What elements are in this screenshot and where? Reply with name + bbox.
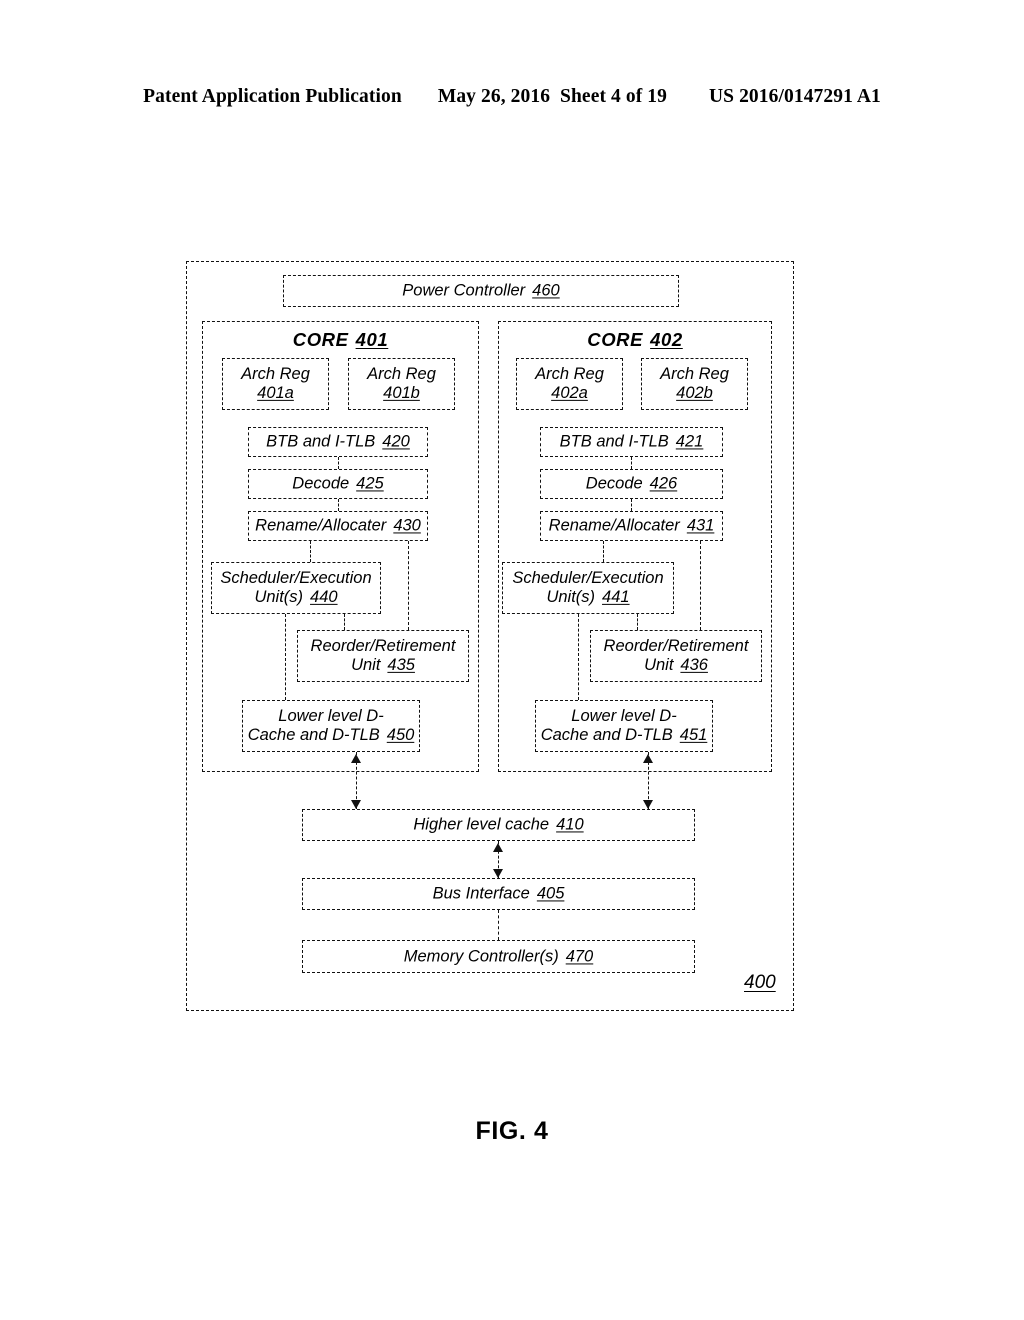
bus-interface-405-box: Bus Interface 405 [302,878,695,910]
scheduler-execution-440-box: Scheduler/Execution Unit(s) 440 [211,562,381,614]
arch-reg-401a-box: Arch Reg 401a [222,358,329,410]
arrowhead-down-cache410-right [643,800,653,809]
higher-level-cache-410-label: Higher level cache 410 [413,815,584,834]
decode-426-box: Decode 426 [540,469,723,499]
lower-level-dcache-450-label: Lower level D- Cache and D-TLB 450 [247,706,415,744]
rename-allocater-431-box: Rename/Allocater 431 [540,511,723,541]
figure-caption: FIG. 4 [475,1117,549,1145]
core-401-title: CORE 401 [292,329,389,350]
btb-itlb-420-box: BTB and I-TLB 420 [248,427,428,457]
reorder-retirement-436-box: Reorder/Retirement Unit 436 [590,630,762,682]
reorder-retirement-436-label: Reorder/Retirement Unit 436 [603,636,749,674]
connector-scheduler-to-dcache-401 [285,614,286,700]
page-header: Patent Application Publication May 26, 2… [0,86,1024,112]
rename-allocater-430-box: Rename/Allocater 430 [248,511,428,541]
connector-scheduler-to-dcache-402 [578,614,579,700]
core-402-title: CORE 402 [587,329,683,350]
btb-itlb-421-box: BTB and I-TLB 421 [540,427,723,457]
connector-decode-to-rename-401 [338,499,339,511]
power-controller-label: Power Controller 460 [402,281,560,300]
connector-scheduler-to-reorder-401 [344,614,345,630]
rename-allocater-430-label: Rename/Allocater 430 [255,516,421,535]
arch-reg-401a-label: Arch Reg 401a [241,364,310,402]
btb-itlb-420-label: BTB and I-TLB 420 [266,432,410,451]
arrowhead-up-dcache450 [351,754,361,763]
power-controller-box: Power Controller 460 [283,275,679,307]
lower-level-dcache-451-label: Lower level D- Cache and D-TLB 451 [540,706,708,744]
arrowhead-up-cache410 [493,843,503,852]
bus-interface-405-label: Bus Interface 405 [432,884,565,903]
connector-scheduler-to-reorder-402 [637,614,638,630]
arrowhead-down-cache410-left [351,800,361,809]
decode-426-label: Decode 426 [585,474,678,493]
scheduler-execution-441-label: Scheduler/Execution Unit(s) 441 [512,568,664,606]
lower-level-dcache-450-box: Lower level D- Cache and D-TLB 450 [242,700,420,752]
reorder-retirement-435-box: Reorder/Retirement Unit 435 [297,630,469,682]
higher-level-cache-410-box: Higher level cache 410 [302,809,695,841]
btb-itlb-421-label: BTB and I-TLB 421 [559,432,704,451]
memory-controller-470-label: Memory Controller(s) 470 [403,946,594,965]
connector-btb-to-decode-402 [631,457,632,469]
reorder-retirement-435-label: Reorder/Retirement Unit 435 [310,636,456,674]
header-publication: Patent Application Publication [143,86,402,107]
arrowhead-down-bus405 [493,869,503,878]
arch-reg-401b-label: Arch Reg 401b [367,364,436,402]
connector-bus405-to-memctrl470 [498,910,499,940]
decode-425-box: Decode 425 [248,469,428,499]
connector-decode-to-rename-402 [631,499,632,511]
rename-allocater-431-label: Rename/Allocater 431 [548,516,715,535]
scheduler-execution-440-label: Scheduler/Execution Unit(s) 440 [220,568,372,606]
lower-level-dcache-451-box: Lower level D- Cache and D-TLB 451 [535,700,713,752]
arch-reg-402a-label: Arch Reg 402a [535,364,604,402]
decode-425-label: Decode 425 [292,474,384,493]
connector-rename-to-reorder-402 [700,541,701,630]
scheduler-execution-441-box: Scheduler/Execution Unit(s) 441 [502,562,674,614]
arch-reg-402a-box: Arch Reg 402a [516,358,623,410]
memory-controller-470-box: Memory Controller(s) 470 [302,940,695,973]
arrowhead-up-dcache451 [643,754,653,763]
connector-rename-to-scheduler-402 [603,541,604,562]
connector-rename-to-reorder-401 [408,541,409,630]
arch-reg-401b-box: Arch Reg 401b [348,358,455,410]
connector-rename-to-scheduler-401 [310,541,311,562]
header-patent-number: US 2016/0147291 A1 [708,86,881,107]
header-date: May 26, 2016 [437,86,551,107]
connector-btb-to-decode-401 [338,457,339,469]
header-sheet: Sheet 4 of 19 [560,86,667,107]
arch-reg-402b-box: Arch Reg 402b [641,358,748,410]
system-reference-numeral: 400 [744,972,776,993]
arch-reg-402b-label: Arch Reg 402b [660,364,729,402]
